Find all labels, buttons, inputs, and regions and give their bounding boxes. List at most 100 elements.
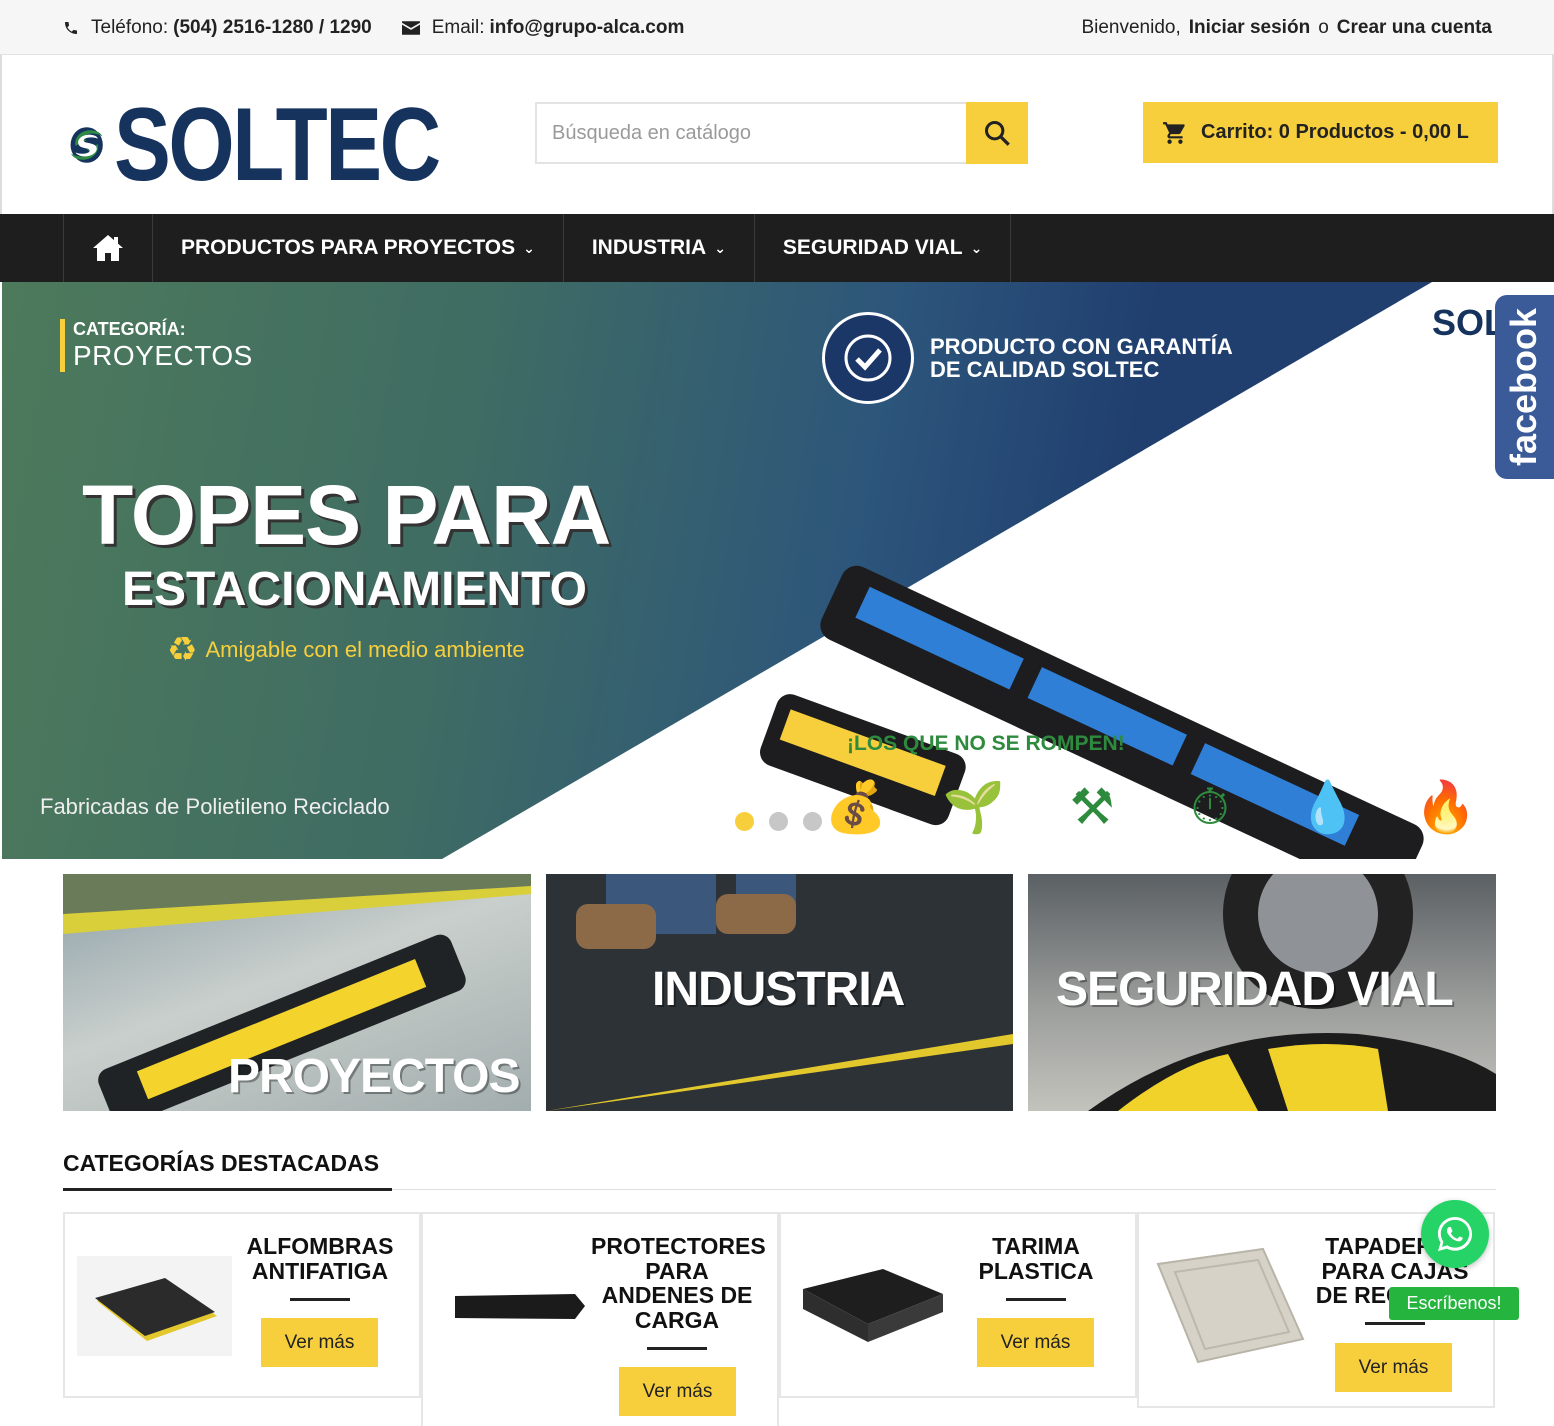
hero-slider[interactable]: CATEGORÍA: PROYECTOS PRODUCTO CON GARANT…: [2, 282, 1554, 859]
nav-item-industria[interactable]: INDUSTRIA ⌄: [564, 214, 755, 282]
tile-industria[interactable]: INDUSTRIA: [546, 874, 1013, 1111]
featured-title: CATEGORÍAS DESTACADAS: [63, 1150, 380, 1176]
category-name-line: CARGA: [634, 1306, 720, 1333]
category-name-line: PLASTICA: [978, 1257, 1094, 1284]
phone-label: Teléfono:: [91, 16, 169, 38]
category-separator: [1365, 1322, 1425, 1325]
login-link[interactable]: Iniciar sesión: [1189, 17, 1310, 39]
nav-item-seguridad-vial[interactable]: SEGURIDAD VIAL ⌄: [755, 214, 1012, 282]
logo-text: SOLTEC: [113, 86, 441, 203]
email-value[interactable]: info@grupo-alca.com: [490, 17, 685, 39]
phone-info: Teléfono: (504) 2516-1280 / 1290: [63, 17, 372, 39]
category-separator: [290, 1298, 350, 1301]
category-separator: [1006, 1298, 1066, 1301]
featured-underline: [63, 1188, 392, 1191]
material-text: Fabricadas de Polietileno Reciclado: [40, 794, 390, 819]
nav-item-proyectos[interactable]: PRODUCTOS PARA PROYECTOS ⌄: [153, 214, 564, 282]
category-value: PROYECTOS: [73, 340, 253, 371]
slider-dots: [735, 812, 837, 831]
category-image-alfombras: [77, 1256, 232, 1356]
cart-icon: [1163, 121, 1185, 144]
water-drop-icon: 💧: [1296, 778, 1360, 835]
envelope-icon: [401, 20, 420, 35]
category-name-line: ALFOMBRAS: [246, 1233, 394, 1259]
money-bag-icon: 💰: [824, 778, 888, 835]
cart-label: Carrito: 0 Productos - 0,00 L: [1201, 121, 1469, 143]
main-nav: PRODUCTOS PARA PROYECTOS ⌄ INDUSTRIA ⌄ SEG…: [0, 214, 1554, 282]
header: SOLTEC Carrito: 0 Productos - 0,00 L: [0, 55, 1554, 214]
category-name: ALFOMBRAS ANTIFATIGA: [235, 1234, 405, 1283]
phone-value[interactable]: (504) 2516-1280 / 1290: [173, 17, 372, 39]
search-bar: [535, 102, 1028, 164]
fire-icon: 🔥: [1414, 778, 1478, 835]
ver-mas-button[interactable]: Ver más: [977, 1318, 1094, 1367]
category-image-tarima: [793, 1254, 948, 1354]
facebook-label: facebook: [1503, 307, 1545, 467]
soltec-logo[interactable]: SOLTEC: [70, 77, 510, 213]
guarantee-badge: PRODUCTO CON GARANTÍA DE CALIDAD SOLTEC: [822, 312, 1233, 404]
leaf-hand-icon: 🌱: [942, 778, 1006, 835]
category-name-line: PROTECTORES: [591, 1233, 766, 1259]
ver-mas-button[interactable]: Ver más: [619, 1367, 736, 1416]
slogan: ¡LOS QUE NO SE ROMPEN!: [847, 732, 1125, 755]
category-name-line: ANTIFATIGA: [251, 1257, 389, 1284]
category-name-line: PARA: [645, 1257, 709, 1284]
hero-headline: TOPES PARA: [82, 468, 611, 562]
facebook-tab[interactable]: facebook: [1495, 295, 1554, 479]
eco-tagline: ♻ Amigable con el medio ambiente: [167, 630, 525, 670]
phone-icon: [65, 21, 77, 34]
email-info: Email: info@grupo-alca.com: [401, 16, 685, 39]
slider-dot[interactable]: [769, 812, 788, 831]
search-input[interactable]: [537, 104, 966, 162]
drill-icon: ⚒: [1069, 779, 1115, 835]
tile-proyectos[interactable]: PROYECTOS: [63, 874, 531, 1111]
guarantee-line-2: DE CALIDAD SOLTEC: [930, 357, 1160, 382]
category-separator: [647, 1347, 707, 1350]
topbar: Teléfono: (504) 2516-1280 / 1290 Email: …: [0, 0, 1554, 55]
category-card: TARIMA PLASTICA Ver más: [779, 1212, 1137, 1398]
or-text: o: [1318, 16, 1329, 38]
search-button[interactable]: [966, 102, 1028, 164]
whatsapp-icon: [1437, 1216, 1473, 1252]
soltec-globe-icon: [70, 127, 103, 163]
signup-link[interactable]: Crear una cuenta: [1337, 17, 1492, 39]
whatsapp-button[interactable]: [1421, 1200, 1489, 1268]
category-name: PROTECTORES PARA ANDENES DE CARGA: [591, 1233, 766, 1333]
whatsapp-label[interactable]: Escríbenos!: [1389, 1287, 1519, 1320]
category-image-protectores: [435, 1274, 590, 1334]
category-card: ALFOMBRAS ANTIFATIGA Ver más: [63, 1212, 421, 1398]
nav-home[interactable]: [64, 214, 153, 282]
guarantee-line-1: PRODUCTO CON GARANTÍA: [930, 334, 1233, 359]
cart-button[interactable]: Carrito: 0 Productos - 0,00 L: [1143, 102, 1498, 163]
chevron-down-icon: ⌄: [523, 239, 535, 256]
category-card: PROTECTORES PARA ANDENES DE CARGA Ver má…: [421, 1212, 779, 1426]
slider-dot[interactable]: [735, 812, 754, 831]
tile-label: SEGURIDAD VIAL: [1056, 963, 1454, 1016]
welcome-text: Bienvenido,: [1081, 16, 1181, 38]
nav-label: SEGURIDAD VIAL: [782, 236, 963, 259]
feature-icons: 💰 🌱 ⚒ ⏱ 💧 🔥: [797, 772, 1505, 842]
chevron-down-icon: ⌄: [714, 239, 726, 256]
ver-mas-button[interactable]: Ver más: [1335, 1343, 1452, 1392]
stopwatch-icon: ⏱: [1190, 778, 1230, 835]
slider-dot[interactable]: [803, 812, 822, 831]
email-label: Email:: [431, 16, 485, 38]
category-name-line: ANDENES DE: [601, 1282, 753, 1308]
tile-label: INDUSTRIA: [652, 963, 905, 1016]
guarantee-seal-icon: [822, 312, 914, 404]
tile-label: PROYECTOS: [228, 1050, 521, 1103]
nav-label: PRODUCTOS PARA PROYECTOS: [181, 236, 516, 259]
category-caption: CATEGORÍA:: [73, 319, 186, 339]
eco-text: Amigable con el medio ambiente: [205, 637, 525, 662]
category-image-tapaderas: [1153, 1244, 1308, 1369]
ver-mas-button[interactable]: Ver más: [261, 1318, 378, 1367]
hero-category-label: CATEGORÍA: PROYECTOS: [60, 319, 253, 372]
hero-subheadline: ESTACIONAMIENTO: [122, 563, 587, 616]
nav-label: INDUSTRIA: [591, 236, 707, 259]
home-icon: [93, 235, 123, 261]
category-name: TARIMA PLASTICA: [951, 1234, 1121, 1283]
recycle-icon: ♻: [167, 631, 198, 669]
category-name-line: TARIMA: [992, 1233, 1080, 1259]
tile-seguridad-vial[interactable]: SEGURIDAD VIAL: [1028, 874, 1496, 1111]
chevron-down-icon: ⌄: [970, 239, 983, 256]
